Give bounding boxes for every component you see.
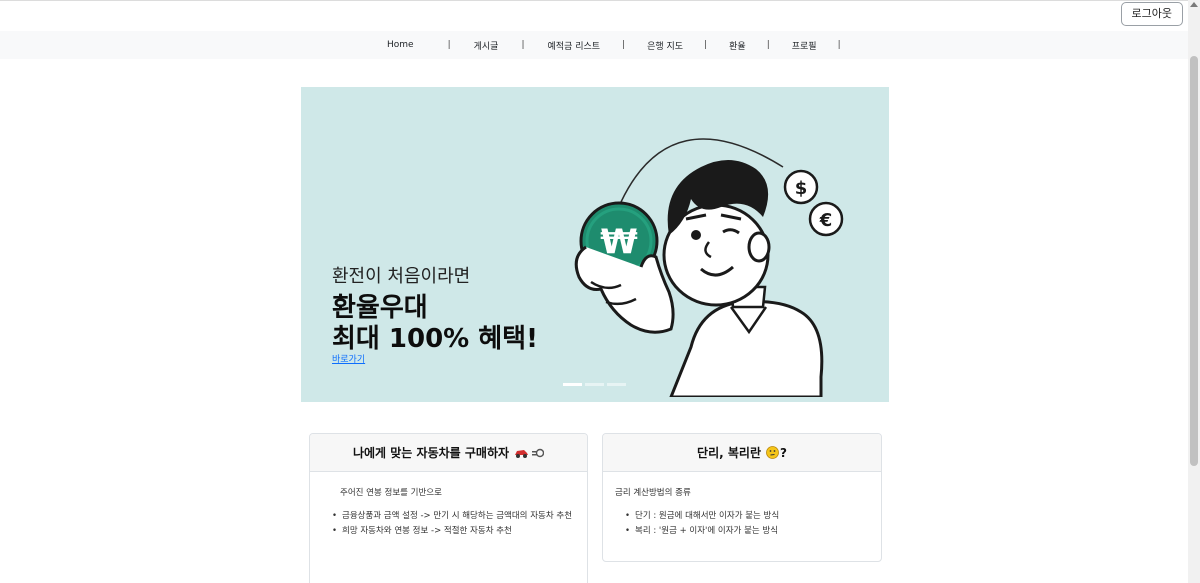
nav-link-bank-map[interactable]: 은행 지도 [647,39,683,52]
interest-info-card[interactable]: 단리, 복리란 ? 금리 계산방법의 종류 단기 : 원금에 대해서만 이자가 … [602,433,882,562]
nav-separator: | [766,40,770,50]
nav-item-profile: 프로필 | [792,39,841,52]
interest-card-title: 단리, 복리란 [697,446,761,460]
logout-button[interactable]: 로그아웃 [1120,2,1183,26]
carousel-indicators [563,383,626,386]
car-card-list: 금융상품과 금액 설정 -> 만기 시 해당하는 금액대의 자동차 추천 희망 … [322,509,575,539]
car-card-body: 주어진 연봉 정보를 기반으로 금융상품과 금액 설정 -> 만기 시 해당하는… [310,472,587,553]
main-navbar: Home | 게시글 | 예적금 리스트 | 은행 지도 | 환율 | 프로필 … [0,31,1188,59]
interest-card-body: 금리 계산방법의 종류 단기 : 원금에 대해서만 이자가 붙는 방식 복리 :… [603,472,881,553]
thinking-face-emoji-icon [766,446,779,459]
car-recommend-card[interactable]: 나에게 맞는 자동차를 구매하자 주어진 연봉 정보를 기반으로 금융상품과 금… [309,433,588,583]
nav-item-bank-map: 은행 지도 | [647,39,729,52]
nav-item-board: 게시글 | [474,39,548,52]
interest-card-list: 단기 : 원금에 대해서만 이자가 붙는 방식 복리 : '원금 + 이자'에 … [615,509,869,539]
scrollbar-thumb[interactable] [1190,56,1198,466]
nav-item-home: Home | [387,40,474,50]
scroll-up-arrow-icon[interactable] [1190,2,1198,7]
car-emoji-icon [515,448,545,458]
nav-link-board[interactable]: 게시글 [474,39,499,52]
list-item: 복리 : '원금 + 이자'에 이자가 붙는 방식 [625,524,869,539]
car-card-title: 나에게 맞는 자동차를 구매하자 [352,446,510,460]
character-coin-illustration: ₩ $ € [574,138,844,397]
list-item: 단기 : 원금에 대해서만 이자가 붙는 방식 [625,509,869,524]
top-bar: 로그아웃 [0,0,1188,31]
banner-title-line2: 최대 100% 혜택! [332,324,538,354]
nav-list: Home | 게시글 | 예적금 리스트 | 은행 지도 | 환율 | 프로필 … [387,31,841,59]
list-item: 금융상품과 금액 설정 -> 만기 시 해당하는 금액대의 자동차 추천 [332,509,575,524]
nav-link-deposits[interactable]: 예적금 리스트 [548,39,601,52]
interest-card-title-suffix: ? [779,445,787,460]
carousel-indicator-3[interactable] [607,383,626,386]
nav-link-exchange[interactable]: 환율 [729,39,746,52]
page-scrollbar[interactable] [1188,0,1200,583]
nav-separator: | [521,40,525,50]
carousel-indicator-2[interactable] [585,383,604,386]
nav-link-home[interactable]: Home [387,40,414,50]
dollar-coin-symbol: $ [795,178,808,199]
interest-card-lead: 금리 계산방법의 종류 [615,488,691,498]
nav-separator: | [447,40,451,50]
nav-link-profile[interactable]: 프로필 [792,39,817,52]
banner-carousel[interactable]: ₩ $ € 환전이 처음이라면 환율우대 최대 100% 혜택! 바로가기 [301,87,889,402]
euro-coin-symbol: € [819,210,833,231]
interest-card-header: 단리, 복리란 ? [603,434,881,472]
car-card-header: 나에게 맞는 자동차를 구매하자 [310,434,587,472]
banner-subtitle: 환전이 처음이라면 [332,266,471,287]
carousel-indicator-1[interactable] [563,383,582,386]
car-card-lead: 주어진 연봉 정보를 기반으로 [340,488,442,498]
list-item: 희망 자동차와 연봉 정보 -> 적절한 자동차 추천 [332,524,575,539]
banner-title-line1: 환율우대 [332,293,428,323]
banner-shortcut-link[interactable]: 바로가기 [332,352,365,365]
nav-separator: | [622,40,626,50]
nav-item-exchange: 환율 | [729,39,792,52]
nav-item-deposits: 예적금 리스트 | [548,39,648,52]
nav-separator: | [837,40,841,50]
banner-title: 환율우대 최대 100% 혜택! [332,293,538,355]
nav-separator: | [704,40,708,50]
